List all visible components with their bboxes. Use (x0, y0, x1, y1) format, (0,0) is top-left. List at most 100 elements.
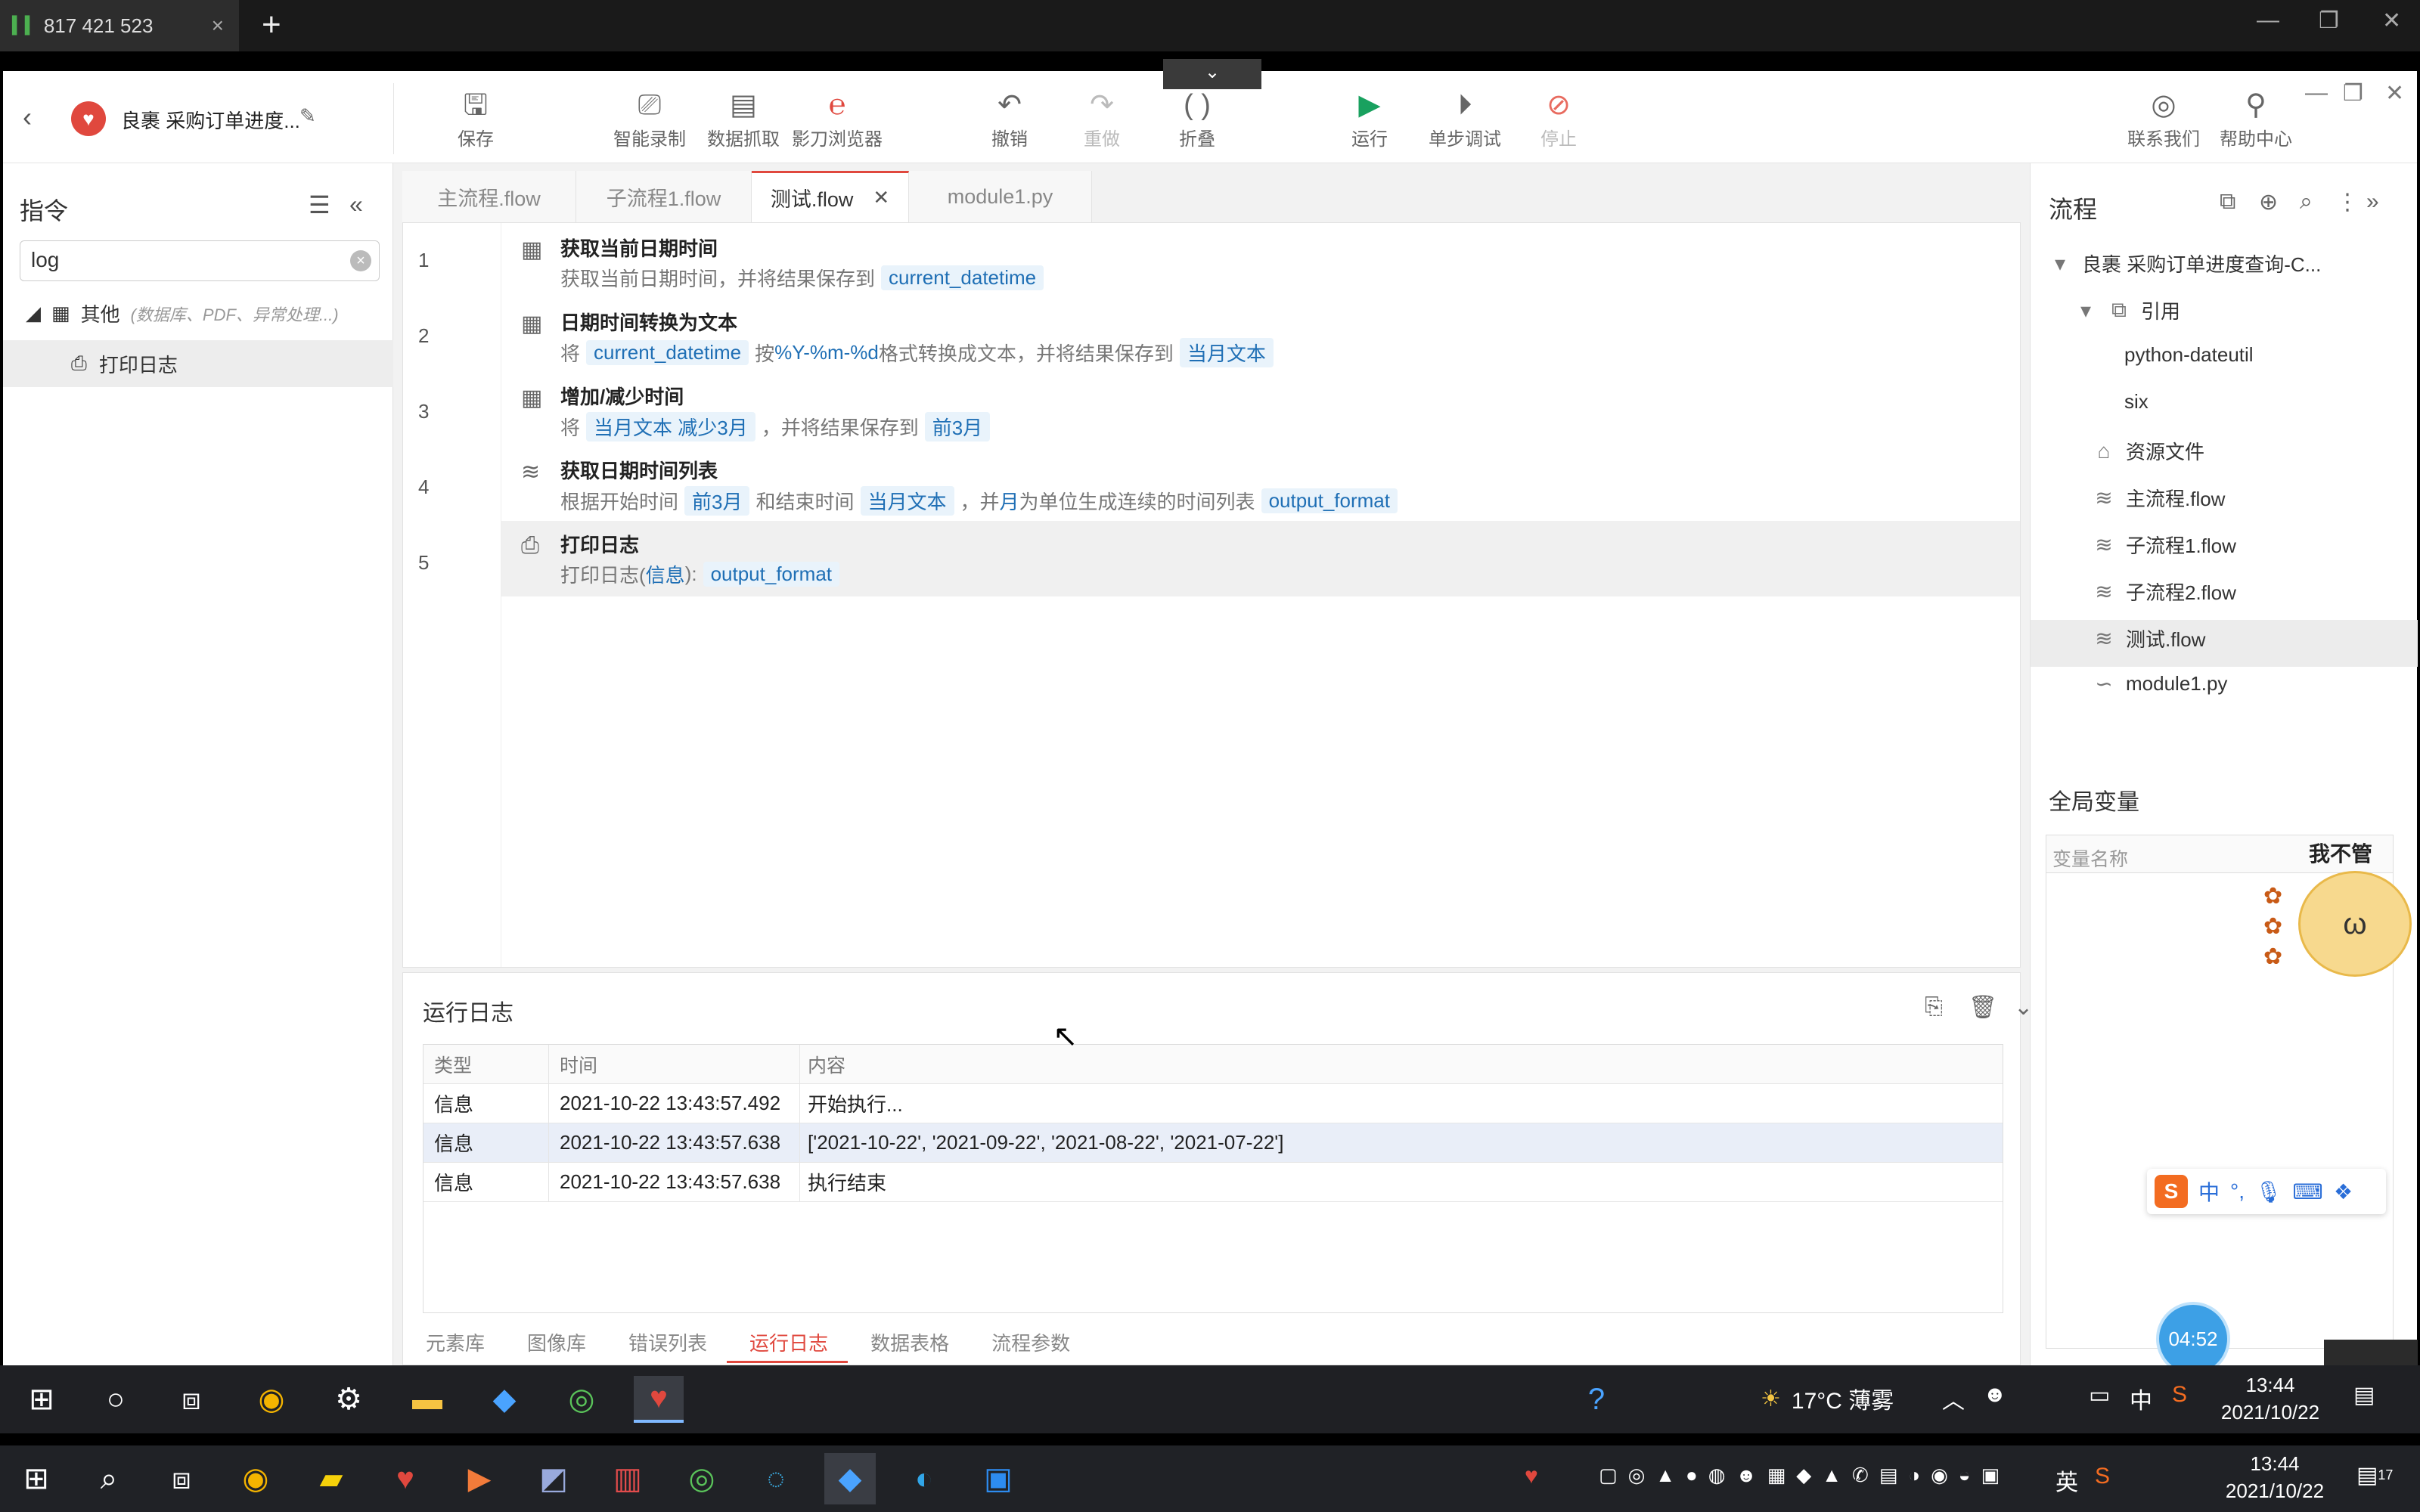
edge-icon[interactable]: ◐ (898, 1453, 950, 1504)
lib-item[interactable]: six (2124, 390, 2149, 414)
settings-gear-icon[interactable]: ⚙ (324, 1376, 374, 1423)
smart-record-button[interactable]: ⎚ 智能录制 (600, 86, 699, 150)
tab-module1[interactable]: module1.py (909, 171, 1092, 222)
yingdao-icon[interactable]: ♥ (380, 1453, 431, 1504)
collapse-right-icon[interactable]: » (2366, 189, 2379, 215)
help-button[interactable]: ⚲ 帮助中心 (2207, 86, 2305, 150)
windows-start-icon[interactable]: ⊞ (11, 1453, 62, 1504)
close-tab-icon[interactable]: ✕ (873, 186, 889, 209)
tray-icons[interactable]: ▢◎▲●◍☻▦◆▲✆▤◑◉◒▣ (1599, 1464, 2010, 1487)
close-tab-icon[interactable]: × (212, 14, 224, 38)
browser-button[interactable]: ℮ 影刀浏览器 (788, 86, 886, 150)
add-layer-icon[interactable]: ⧉ (2220, 189, 2235, 215)
tab-flow-params[interactable]: 流程参数 (969, 1319, 1090, 1363)
restore-icon[interactable]: ❐ (2319, 8, 2339, 34)
table-row[interactable]: 信息 2021-10-22 13:43:57.638 ['2021-10-22'… (424, 1123, 2003, 1163)
search-app-icon[interactable]: ◌ (750, 1453, 802, 1504)
minimize-icon[interactable]: — (2257, 8, 2279, 33)
windows-start-icon[interactable]: ⊞ (17, 1376, 67, 1423)
task-view-icon[interactable]: ⧈ (166, 1376, 216, 1423)
tab-error-list[interactable]: 错误列表 (606, 1319, 727, 1363)
sticky-notes-icon[interactable]: ▰ (306, 1453, 357, 1504)
chrome-icon[interactable]: ◉ (247, 1376, 296, 1423)
close-icon[interactable]: ✕ (2382, 8, 2401, 34)
tab-subflow1[interactable]: 子流程1.flow (576, 171, 752, 222)
edit-icon[interactable]: ✎ (299, 104, 316, 128)
table-row[interactable]: 信息 2021-10-22 13:43:57.638 执行结束 (424, 1163, 2003, 1202)
save-button[interactable]: 🖫 保存 (427, 86, 525, 150)
wechat-icon[interactable]: ◎ (557, 1376, 607, 1423)
wechat-icon[interactable]: ◎ (676, 1453, 728, 1504)
table-row[interactable]: 信息 2021-10-22 13:43:57.492 开始执行... (424, 1084, 2003, 1123)
ime-indicator[interactable]: 英 (2055, 1464, 2078, 1497)
feishu-icon[interactable]: ◆ (824, 1453, 876, 1504)
notification-icon[interactable]: ▤ 17 (2356, 1462, 2393, 1489)
battery-icon[interactable]: ▭ (2089, 1382, 2110, 1408)
keyboard-icon[interactable]: ⌨ (2293, 1179, 2323, 1204)
remote-session-tab[interactable]: ▍▍ 817 421 523 × (0, 0, 239, 51)
apps-icon[interactable]: ❖ (2334, 1179, 2353, 1204)
project-root[interactable]: ▾ 良裹 采购订单进度查询-C... (2049, 249, 2321, 277)
fold-button[interactable]: ( ) 折叠 (1148, 86, 1246, 150)
file-item[interactable]: ≋ 测试.flow (2093, 624, 2205, 652)
resources-node[interactable]: ⌂ 资源文件 (2093, 437, 2204, 465)
collapse-toolbar-tab[interactable]: ⌄ (1163, 59, 1261, 89)
file-item[interactable]: ∽ module1.py (2093, 671, 2227, 696)
clear-search-icon[interactable]: × (350, 250, 371, 271)
new-tab-button[interactable]: + (262, 6, 281, 44)
app-minimize-icon[interactable]: — (2305, 80, 2328, 106)
app-close-icon[interactable]: ✕ (2385, 80, 2404, 107)
command-search-input[interactable] (20, 241, 323, 279)
flow-step[interactable]: ⎙ 打印日志 打印日志(信息): output_format (501, 521, 2020, 596)
export-log-icon[interactable]: ⎘ (1925, 994, 1943, 1020)
presentation-icon[interactable]: ▶ (454, 1453, 505, 1504)
tab-image-library[interactable]: 图像库 (504, 1319, 606, 1363)
editor-icon[interactable]: ◩ (528, 1453, 579, 1504)
mic-icon[interactable]: 🎙 (2255, 1179, 2282, 1204)
file-item[interactable]: ≋ 子流程2.flow (2093, 578, 2236, 606)
yingdao-icon[interactable]: ♥ (634, 1376, 684, 1423)
file-item[interactable]: ≋ 子流程1.flow (2093, 531, 2236, 559)
ref-node[interactable]: ▾ ⧉ 引用 (2074, 296, 2180, 324)
trash-icon[interactable]: 🗑 (1969, 994, 1997, 1021)
data-capture-button[interactable]: ▤ 数据抓取 (694, 86, 793, 150)
flow-step[interactable]: ▦ 增加/减少时间将当月文本 减少3月 ，并将结果保存到 前3月 (501, 373, 2020, 448)
category-other[interactable]: ◢ ▦ 其他 (数据库、PDF、异常处理...) (26, 299, 339, 327)
search-icon[interactable]: ⌕ (2300, 189, 2313, 215)
sort-icon[interactable]: ☰ (309, 191, 330, 219)
command-search[interactable]: × (20, 240, 380, 281)
more-icon[interactable]: ⋮ (2336, 189, 2359, 215)
flow-step[interactable]: ▦ 获取当前日期时间 获取当前日期时间，并将结果保存到 current_datetim… (501, 225, 2020, 300)
task-view-icon[interactable]: ⧈ (156, 1453, 207, 1504)
app-maximize-icon[interactable]: ❐ (2343, 80, 2363, 107)
flow-step[interactable]: ▦ 日期时间转换为文本将 current_datetime 按 %Y-%m-%d 格式转换… (501, 299, 2020, 374)
redo-button[interactable]: ↷ 重做 (1053, 86, 1151, 150)
tab-run-log[interactable]: 运行日志 (727, 1319, 849, 1363)
tray-expand-icon[interactable]: ︿ (1942, 1382, 1965, 1415)
feishu-icon[interactable]: ◆ (479, 1376, 529, 1423)
ime-indicator[interactable]: 中 (2130, 1382, 2152, 1415)
taskbar-clock[interactable]: 13:44 2021/10/22 (2223, 1450, 2326, 1504)
undo-button[interactable]: ↶ 撤销 (960, 86, 1059, 150)
contact-button[interactable]: ◎ 联系我们 (2114, 86, 2213, 150)
tab-data-table[interactable]: 数据表格 (848, 1319, 969, 1363)
ime-toolbar[interactable]: S 中 °, 🎙 ⌨ ❖ (2147, 1169, 2386, 1214)
search-circle-icon[interactable]: ○ (91, 1376, 141, 1423)
chrome-icon[interactable]: ◉ (230, 1453, 281, 1504)
add-module-icon[interactable]: ⊕ (2259, 189, 2278, 215)
remote-app-icon[interactable]: ▣ (973, 1453, 1024, 1504)
sogou-tray-icon[interactable]: S (2095, 1464, 2110, 1489)
sogou-tray-icon[interactable]: S (2172, 1382, 2187, 1408)
file-explorer-icon[interactable]: ▬ (402, 1376, 452, 1423)
punctuation-icon[interactable]: °, (2230, 1179, 2245, 1204)
collapse-left-icon[interactable]: « (349, 191, 363, 218)
step-debug-button[interactable]: ⏵ 单步调试 (1416, 86, 1514, 150)
help-circle-icon[interactable]: ? (1571, 1376, 1621, 1423)
tab-main-flow[interactable]: 主流程.flow (402, 171, 576, 222)
tab-element-library[interactable]: 元素库 (403, 1319, 504, 1363)
tray-yingdao-icon[interactable]: ♥ (1525, 1464, 1538, 1489)
weather-widget[interactable]: ☀ 17°C 薄雾 (1761, 1382, 1894, 1415)
run-button[interactable]: ▶ 运行 (1320, 86, 1419, 150)
command-print-log[interactable]: ⎙ 打印日志 (3, 340, 393, 387)
tray-app-icon[interactable]: ☻ (1983, 1382, 2007, 1408)
